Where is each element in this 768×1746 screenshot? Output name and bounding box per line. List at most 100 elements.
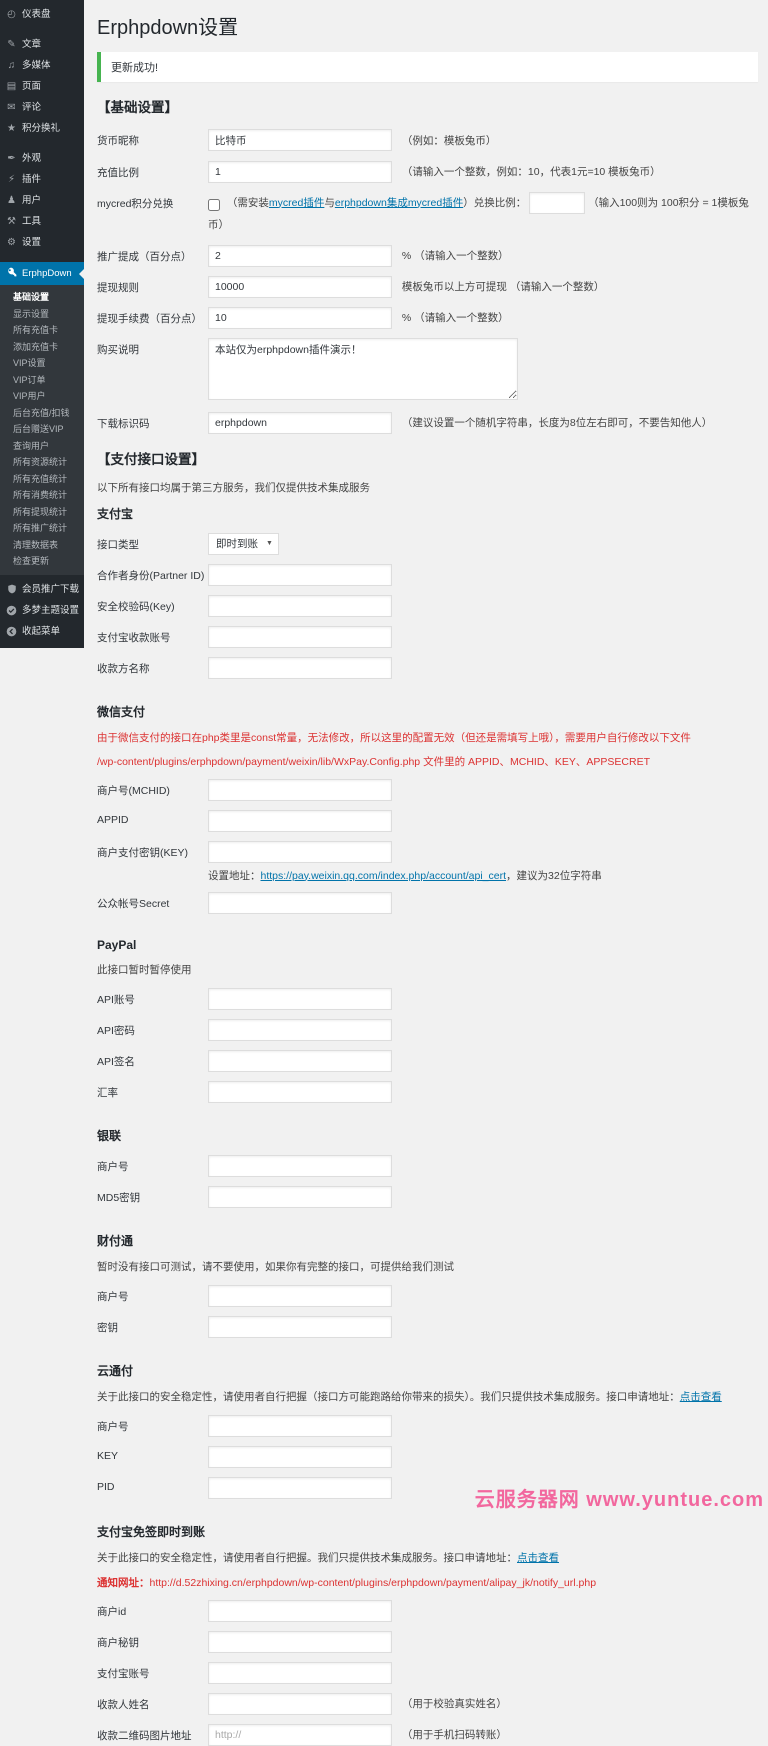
submenu-item-query-user[interactable]: 查询用户 — [0, 438, 84, 455]
sidebar-item-posts[interactable]: ✎ 文章 — [0, 34, 84, 55]
field-label: KEY — [97, 1449, 119, 1462]
alipay-key-input[interactable] — [208, 594, 392, 617]
alipayjk-payee-name-input[interactable] — [208, 1692, 392, 1715]
unionpay-merchant-input[interactable] — [208, 1154, 392, 1177]
form-row: 收款方名称 — [97, 656, 760, 679]
submenu-item-vip-settings[interactable]: VIP设置 — [0, 355, 84, 372]
yuntongfu-pid-input[interactable] — [208, 1476, 392, 1499]
submenu-item-vip-users[interactable]: VIP用户 — [0, 388, 84, 405]
recharge-ratio-input[interactable] — [208, 160, 392, 183]
alipay-account-input[interactable] — [208, 625, 392, 648]
alipay-jk-apply-link[interactable]: 点击查看 — [517, 1552, 559, 1564]
interface-type-select[interactable]: 即时到账 ▼ — [208, 532, 279, 555]
wechat-api-cert-link[interactable]: https://pay.weixin.qq.com/index.php/acco… — [261, 870, 507, 882]
alipayjk-merchant-key-input[interactable] — [208, 1630, 392, 1653]
alipayjk-merchant-id-input[interactable] — [208, 1599, 392, 1622]
posts-icon: ✎ — [7, 38, 16, 50]
download-code-input[interactable] — [208, 411, 392, 434]
form-row: mycred积分兑换 （需安装mycred插件与erphpdown集成mycre… — [97, 191, 760, 236]
commission-input[interactable] — [208, 244, 392, 267]
alipayjk-qrcode-input[interactable] — [208, 1723, 392, 1746]
sidebar-item-member-promo-download[interactable]: 会员推广下载 — [0, 579, 84, 600]
erphpdown-mycred-plugin-link[interactable]: erphpdown集成mycred插件 — [335, 197, 463, 209]
field-label: 收款人姓名 — [97, 1698, 150, 1711]
submenu-item-backend-gift-vip[interactable]: 后台赠送VIP — [0, 421, 84, 438]
purchase-note-textarea[interactable]: 本站仅为erphpdown插件演示！ — [208, 337, 518, 400]
submenu-item-backend-recharge[interactable]: 后台充值/扣钱 — [0, 405, 84, 422]
submenu-item-basic-settings[interactable]: 基础设置 — [0, 289, 84, 306]
key-icon — [6, 267, 17, 280]
submenu-item-withdraw-stats[interactable]: 所有提现统计 — [0, 504, 84, 521]
comments-icon: ✉ — [7, 101, 16, 113]
sidebar-item-erphpdown[interactable]: ErphpDown — [0, 262, 84, 285]
currency-input[interactable] — [208, 129, 392, 151]
alipayjk-account-input[interactable] — [208, 1661, 392, 1684]
paypal-api-password-input[interactable] — [208, 1018, 392, 1041]
form-row: 收款人姓名 （用于校验真实姓名） — [97, 1692, 760, 1715]
submenu-item-recharge-stats[interactable]: 所有充值统计 — [0, 471, 84, 488]
alipay-payee-input[interactable] — [208, 656, 392, 679]
wechat-mchid-input[interactable] — [208, 778, 392, 801]
form-row: 商户号 — [97, 1414, 760, 1437]
sidebar-item-collapse-menu[interactable]: 收起菜单 — [0, 621, 84, 642]
sidebar-separator — [0, 253, 84, 262]
partner-id-input[interactable] — [208, 563, 392, 586]
points-gift-icon: ★ — [7, 122, 16, 134]
submenu-item-all-recharge-cards[interactable]: 所有充值卡 — [0, 322, 84, 339]
field-label: 商户支付密钥(KEY) — [97, 846, 189, 859]
basic-settings-heading: 【基础设置】 — [97, 100, 178, 115]
submenu-item-resource-stats[interactable]: 所有资源统计 — [0, 454, 84, 471]
form-row: 合作者身份(Partner ID) — [97, 563, 760, 586]
sidebar-item-pages[interactable]: ▤ 页面 — [0, 76, 84, 97]
wechat-paykey-hint: 设置地址：https://pay.weixin.qq.com/index.php… — [208, 869, 602, 882]
paypal-api-account-input[interactable] — [208, 987, 392, 1010]
sidebar-item-media[interactable]: ♫ 多媒体 — [0, 55, 84, 76]
mycred-checkbox[interactable] — [208, 198, 220, 211]
submenu-item-check-update[interactable]: 检查更新 — [0, 553, 84, 570]
sidebar-item-users[interactable]: ♟ 用户 — [0, 190, 84, 211]
yuntongfu-key-input[interactable] — [208, 1445, 392, 1468]
chevron-down-icon: ▼ — [266, 540, 273, 547]
sidebar-item-comments[interactable]: ✉ 评论 — [0, 97, 84, 118]
form-row: 商户号 — [97, 1154, 760, 1177]
paypal-api-signature-input[interactable] — [208, 1049, 392, 1072]
sidebar-item-label: 插件 — [22, 174, 42, 185]
yuntongfu-merchant-input[interactable] — [208, 1414, 392, 1437]
mycred-ratio-input[interactable] — [529, 191, 586, 214]
submenu-item-display-settings[interactable]: 显示设置 — [0, 306, 84, 323]
submenu-item-clean-tables[interactable]: 清理数据表 — [0, 537, 84, 554]
form-row: KEY — [97, 1445, 760, 1468]
sidebar-item-tools[interactable]: ⚒ 工具 — [0, 211, 84, 232]
wechat-secret-input[interactable] — [208, 891, 392, 914]
exchange-rate-input[interactable] — [208, 1080, 392, 1103]
withdraw-fee-input[interactable] — [208, 306, 392, 329]
wechat-appid-input[interactable] — [208, 809, 392, 832]
form-row: 推广提成（百分点） % （请输入一个整数） — [97, 244, 760, 267]
form-row: 商户秘钥 — [97, 1630, 760, 1653]
sidebar-item-settings[interactable]: ⚙ 设置 — [0, 232, 84, 253]
sidebar-item-theme-settings[interactable]: 多梦主题设置 — [0, 600, 84, 621]
mycred-plugin-link[interactable]: mycred插件 — [269, 197, 324, 209]
wechat-paykey-input[interactable] — [208, 840, 392, 863]
form-row: 收款二维码图片地址 （用于手机扫码转账） — [97, 1723, 760, 1746]
submenu-item-promo-stats[interactable]: 所有推广统计 — [0, 520, 84, 537]
unionpay-md5key-input[interactable] — [208, 1185, 392, 1208]
form-row: 提现规则 模板兔币以上方可提现 （请输入一个整数） — [97, 275, 760, 298]
sidebar-item-plugins[interactable]: ⚡ 插件 — [0, 169, 84, 190]
submenu-item-add-recharge-card[interactable]: 添加充值卡 — [0, 339, 84, 356]
tenpay-merchant-input[interactable] — [208, 1284, 392, 1307]
form-row: 下载标识码 （建议设置一个随机字符串，长度为8位左右即可，不要告知他人） — [97, 411, 760, 434]
submenu-item-consume-stats[interactable]: 所有消费统计 — [0, 487, 84, 504]
tools-icon: ⚒ — [7, 215, 16, 227]
withdraw-rule-input[interactable] — [208, 275, 392, 298]
field-label: 货币昵称 — [97, 135, 139, 147]
submenu-item-vip-orders[interactable]: VIP订单 — [0, 372, 84, 389]
sidebar-item-dashboard[interactable]: ◴ 仪表盘 — [0, 4, 84, 25]
form-row: API密码 — [97, 1018, 760, 1041]
form-row: APPID — [97, 809, 760, 832]
sidebar-item-appearance[interactable]: ✒ 外观 — [0, 148, 84, 169]
tenpay-secret-input[interactable] — [208, 1315, 392, 1338]
yuntongfu-apply-link[interactable]: 点击查看 — [680, 1391, 722, 1403]
wechat-heading: 微信支付 — [97, 704, 146, 719]
sidebar-item-points-gift[interactable]: ★ 积分换礼 — [0, 118, 84, 139]
